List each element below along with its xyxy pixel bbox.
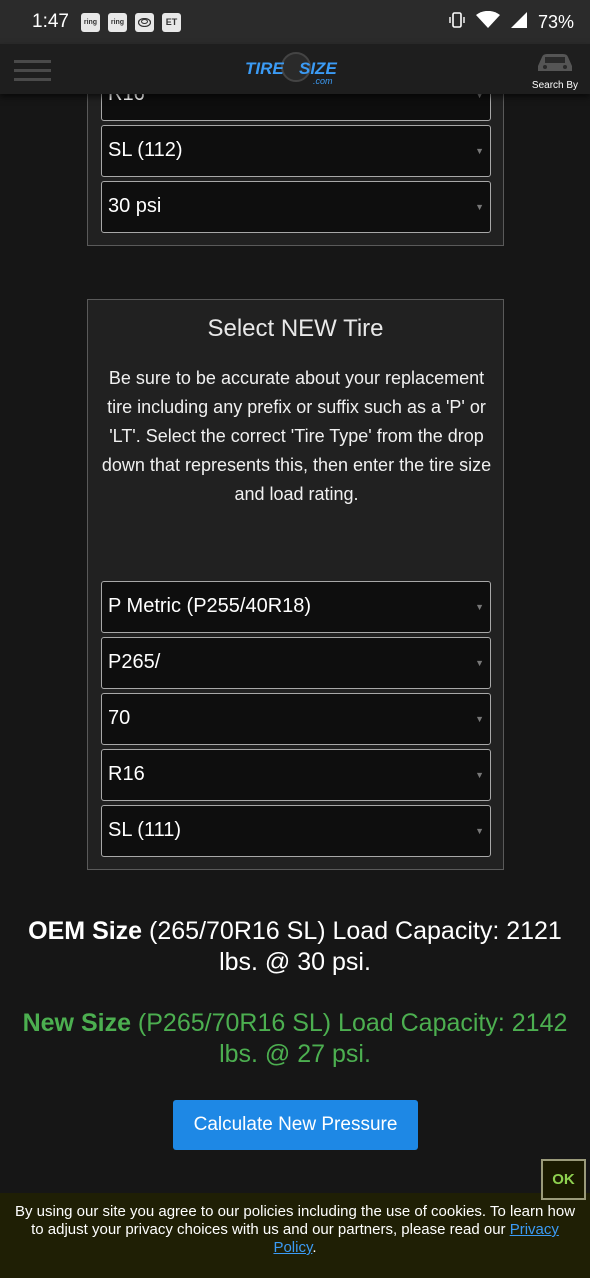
svg-text:.com: .com xyxy=(313,76,333,86)
battery-level: 73% xyxy=(537,11,574,32)
select-value: P265/ xyxy=(108,651,161,673)
et-app-icon: ET xyxy=(161,12,181,32)
new-size-result: New Size (P265/70R16 SL) Load Capacity: … xyxy=(10,1008,580,1070)
new-tire-panel: Select NEW Tire Be sure to be accurate a… xyxy=(87,299,504,870)
dropdown-arrow-icon: ▼ xyxy=(475,602,484,612)
dropdown-arrow-icon: ▼ xyxy=(475,658,484,668)
dropdown-arrow-icon: ▼ xyxy=(475,770,484,780)
panel-title: Select NEW Tire xyxy=(207,315,384,342)
vibrate-icon xyxy=(448,11,466,34)
status-bar: 1:47 ring ring ET 73% xyxy=(0,0,590,44)
dropdown-arrow-icon: ▼ xyxy=(475,146,484,156)
svg-text:TIRE: TIRE xyxy=(245,59,284,78)
dropdown-arrow-icon: ▼ xyxy=(475,714,484,724)
load-rating-select[interactable]: SL (111) ▼ xyxy=(101,805,491,857)
status-time: 1:47 xyxy=(32,11,69,32)
new-size-text: (P265/70R16 SL) Load Capacity: 2142 lbs.… xyxy=(137,1009,568,1068)
new-size-label: New Size xyxy=(22,1009,131,1037)
tire-width-select[interactable]: P265/ ▼ xyxy=(101,637,491,689)
ring-app-icon: ring xyxy=(107,12,127,32)
rim-select[interactable]: R16 ▼ xyxy=(101,749,491,801)
search-by-button[interactable]: Search By xyxy=(530,50,580,91)
calculate-new-pressure-button[interactable]: Calculate New Pressure xyxy=(173,1100,418,1150)
tire-type-select[interactable]: P Metric (P255/40R18) ▼ xyxy=(101,581,491,633)
oem-size-result: OEM Size (265/70R16 SL) Load Capacity: 2… xyxy=(10,916,580,978)
car-icon xyxy=(534,54,576,78)
cookie-suffix: . xyxy=(312,1239,317,1256)
tiresize-logo[interactable]: TIRE SIZE .com xyxy=(243,52,349,86)
aspect-ratio-select[interactable]: 70 ▼ xyxy=(101,693,491,745)
hamburger-menu-icon[interactable] xyxy=(14,60,51,81)
ring-app-icon: ring xyxy=(80,12,100,32)
select-value: SL (111) xyxy=(108,819,181,841)
oem-load-select[interactable]: SL (112) ▼ xyxy=(101,125,491,177)
toyota-app-icon xyxy=(134,12,154,32)
oem-pressure-select[interactable]: 30 psi ▼ xyxy=(101,181,491,233)
select-value: SL (112) xyxy=(108,139,183,161)
panel-description: Be sure to be accurate about your replac… xyxy=(101,368,492,504)
select-value: P Metric (P255/40R18) xyxy=(108,595,312,617)
cookie-text: By using our site you agree to our polic… xyxy=(14,1203,576,1238)
dropdown-arrow-icon: ▼ xyxy=(475,202,484,212)
oem-size-label: OEM Size xyxy=(28,917,143,945)
search-by-label: Search By xyxy=(531,80,579,91)
select-value: 30 psi xyxy=(108,195,162,217)
select-value: 70 xyxy=(108,707,131,729)
select-value: R16 xyxy=(108,763,145,785)
site-header: TIRE SIZE .com Search By xyxy=(0,44,590,94)
dropdown-arrow-icon: ▼ xyxy=(475,826,484,836)
cookie-ok-button[interactable]: OK xyxy=(541,1159,586,1200)
signal-icon xyxy=(510,11,528,34)
oem-size-text: (265/70R16 SL) Load Capacity: 2121 lbs. … xyxy=(149,917,562,976)
cookie-banner: By using our site you agree to our polic… xyxy=(0,1193,590,1278)
wifi-icon xyxy=(475,10,500,34)
